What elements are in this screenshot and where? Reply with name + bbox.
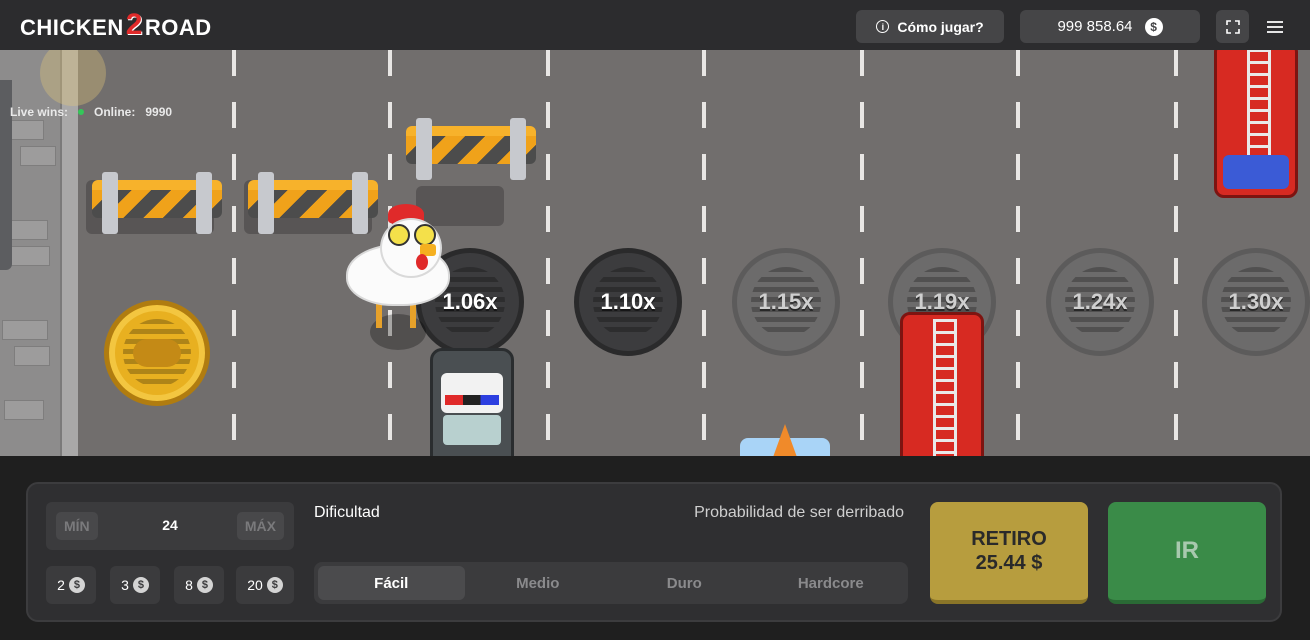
multiplier-label: 1.30x bbox=[1228, 289, 1284, 314]
quick-bet-chip-4[interactable]: 20 $ bbox=[236, 566, 294, 604]
lane-divider bbox=[1174, 50, 1178, 456]
chip-value: 20 bbox=[247, 577, 263, 593]
coin-icon: $ bbox=[132, 577, 149, 593]
cashout-button[interactable]: RETIRO 25.44 $ bbox=[930, 502, 1088, 604]
chip-value: 3 bbox=[121, 577, 129, 593]
truck-cab bbox=[1223, 155, 1289, 189]
brick bbox=[14, 346, 50, 366]
brick bbox=[10, 246, 50, 266]
quick-bet-chip-2[interactable]: 3 $ bbox=[110, 566, 160, 604]
barrier-leg bbox=[416, 118, 432, 180]
lane-multiplier-5[interactable]: 1.24x bbox=[1046, 248, 1154, 356]
coin-icon: $ bbox=[68, 577, 85, 593]
cashout-amount: 25.44 $ bbox=[975, 552, 1043, 574]
chicken-wattle bbox=[416, 254, 428, 270]
difficulty-tab-medio[interactable]: Medio bbox=[465, 566, 612, 600]
road-barrier bbox=[406, 118, 536, 180]
chip-value: 8 bbox=[185, 577, 193, 593]
lane-multiplier-6[interactable]: 1.30x bbox=[1202, 248, 1310, 356]
road-barrier bbox=[92, 172, 222, 234]
hit-probability-label: Probabilidad de ser derribado bbox=[694, 504, 904, 521]
multiplier-label: 1.24x bbox=[1072, 289, 1128, 314]
difficulty-tab-facil[interactable]: Fácil bbox=[318, 566, 465, 600]
lane-divider bbox=[546, 50, 550, 456]
quick-bet-chip-3[interactable]: 8 $ bbox=[174, 566, 224, 604]
lane-divider bbox=[232, 50, 236, 456]
how-to-play-label: Cómo jugar? bbox=[897, 18, 984, 35]
brick bbox=[4, 400, 44, 420]
difficulty-label: Dificultad bbox=[314, 504, 380, 521]
online-count: 9990 bbox=[145, 105, 173, 119]
bet-max-button[interactable]: MÁX bbox=[236, 512, 284, 540]
chicken-eye bbox=[388, 224, 410, 246]
brick bbox=[20, 146, 56, 166]
go-button[interactable]: IR bbox=[1108, 502, 1266, 604]
bet-amount-field[interactable]: MÍN 24 MÁX bbox=[46, 502, 294, 550]
golden-chicken-coin bbox=[104, 300, 210, 406]
multiplier-label: 1.10x bbox=[600, 289, 656, 314]
game-logo: CHICKEN 2 ROAD bbox=[20, 8, 212, 44]
roast-chicken-icon bbox=[133, 339, 181, 367]
cashout-label: RETIRO bbox=[971, 528, 1047, 550]
online-status-dot bbox=[78, 109, 85, 115]
logo-text-number: 2 bbox=[125, 8, 143, 41]
police-siren-light bbox=[445, 395, 499, 405]
online-label: Online: bbox=[94, 105, 136, 119]
fire-truck bbox=[900, 312, 984, 456]
barrier-leg bbox=[258, 172, 274, 234]
live-wins-bar: Live wins: Online: 9990 bbox=[10, 105, 172, 119]
fire-truck bbox=[1214, 50, 1298, 198]
truck-ladder bbox=[933, 319, 957, 456]
live-wins-label: Live wins: bbox=[10, 105, 69, 119]
traffic-cone-vehicle bbox=[740, 424, 830, 456]
coin-icon: $ bbox=[196, 577, 213, 593]
info-icon: i bbox=[876, 20, 890, 33]
fullscreen-button[interactable] bbox=[1216, 10, 1249, 43]
chicken-eye bbox=[414, 224, 436, 246]
logo-text-chicken: CHICKEN bbox=[20, 15, 124, 40]
chicken-leg bbox=[410, 304, 416, 328]
difficulty-tab-duro[interactable]: Duro bbox=[611, 566, 758, 600]
truck-ladder bbox=[1247, 50, 1271, 155]
game-field: Live wins: Online: 9990 1.06x 1.10x 1.15… bbox=[0, 50, 1310, 456]
quick-bet-chip-1[interactable]: 2 $ bbox=[46, 566, 96, 604]
chicken-leg bbox=[376, 304, 382, 328]
menu-button[interactable] bbox=[1258, 10, 1291, 43]
lane-multiplier-3[interactable]: 1.15x bbox=[732, 248, 840, 356]
hamburger-menu-icon bbox=[1266, 20, 1283, 33]
difficulty-tab-hardcore[interactable]: Hardcore bbox=[758, 566, 905, 600]
barrier-leg bbox=[196, 172, 212, 234]
control-panel: MÍN 24 MÁX 2 $ 3 $ 8 $ 20 $ Dificultad P… bbox=[26, 482, 1282, 622]
coin-icon: $ bbox=[1144, 17, 1163, 36]
lane-divider bbox=[860, 50, 864, 456]
lane-multiplier-2[interactable]: 1.10x bbox=[574, 248, 682, 356]
lane-divider bbox=[702, 50, 706, 456]
chip-value: 2 bbox=[57, 577, 65, 593]
police-car bbox=[430, 348, 514, 456]
lane-divider bbox=[1016, 50, 1020, 456]
go-label: IR bbox=[1175, 537, 1199, 564]
police-car-windshield bbox=[443, 415, 501, 445]
multiplier-label: 1.15x bbox=[758, 289, 814, 314]
difficulty-selector: Fácil Medio Duro Hardcore bbox=[314, 562, 908, 604]
barrier-leg bbox=[510, 118, 526, 180]
logo-text-road: ROAD bbox=[144, 15, 212, 40]
balance-display: 999 858.64 $ bbox=[1020, 10, 1200, 43]
police-car-roof bbox=[441, 373, 503, 413]
fullscreen-icon bbox=[1225, 19, 1240, 34]
brick bbox=[2, 320, 48, 340]
how-to-play-button[interactable]: i Cómo jugar? bbox=[856, 10, 1004, 43]
top-bar: CHICKEN 2 ROAD i Cómo jugar? 999 858.64 … bbox=[0, 0, 1310, 50]
chicken-character bbox=[340, 204, 460, 350]
balance-amount: 999 858.64 bbox=[1057, 18, 1133, 35]
barrier-leg bbox=[102, 172, 118, 234]
coin-icon: $ bbox=[266, 577, 283, 593]
